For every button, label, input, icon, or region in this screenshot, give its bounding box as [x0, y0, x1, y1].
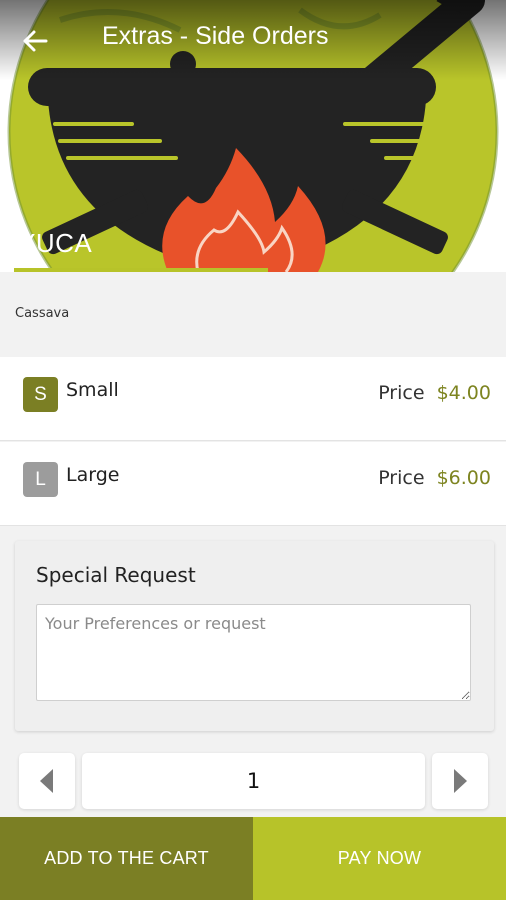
price-value: $4.00 — [436, 382, 491, 404]
size-option-small[interactable]: S Small Price $4.00 — [0, 357, 506, 441]
item-description: Cassava — [15, 306, 70, 321]
special-request-card: Special Request — [15, 541, 494, 731]
triangle-right-icon — [454, 769, 467, 793]
price-value: $6.00 — [436, 467, 491, 489]
screen-title: Extras - Side Orders — [102, 22, 329, 50]
arrow-left-icon — [23, 30, 48, 52]
decrement-button[interactable] — [19, 753, 75, 809]
triangle-left-icon — [40, 769, 53, 793]
item-description-section: Cassava — [0, 272, 506, 356]
size-option-large[interactable]: L Large Price $6.00 — [0, 442, 506, 526]
quantity-stepper: 1 — [0, 745, 506, 817]
back-button[interactable] — [18, 24, 52, 58]
price-small: Price $4.00 — [378, 382, 491, 404]
pay-now-button[interactable]: PAY NOW — [253, 817, 506, 900]
size-label-large: Large — [66, 464, 120, 486]
price-label: Price — [378, 467, 425, 489]
size-badge-small: S — [23, 377, 58, 412]
price-label: Price — [378, 382, 425, 404]
size-badge-large: L — [23, 462, 58, 497]
price-large: Price $6.00 — [378, 467, 491, 489]
item-name: YUCA — [18, 228, 93, 258]
size-label-small: Small — [66, 379, 119, 401]
special-request-input[interactable] — [36, 604, 471, 701]
increment-button[interactable] — [432, 753, 488, 809]
hero-image: Extras - Side Orders YUCA — [0, 0, 506, 272]
quantity-value: 1 — [82, 753, 425, 809]
add-to-cart-button[interactable]: ADD TO THE CART — [0, 817, 253, 900]
special-request-title: Special Request — [36, 563, 196, 587]
